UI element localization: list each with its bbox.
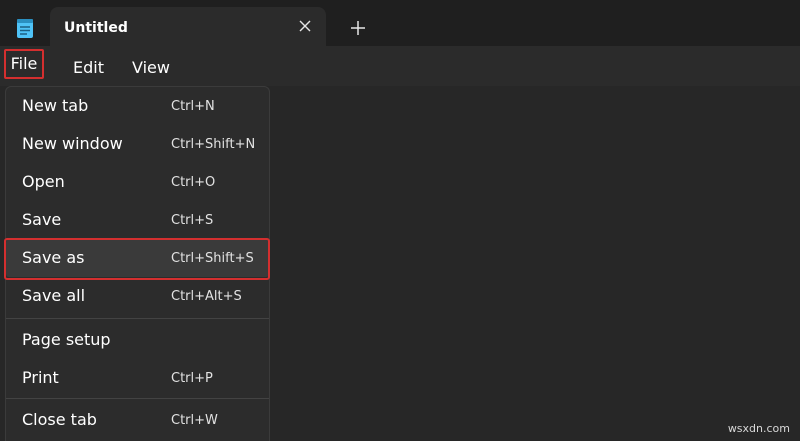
menu-item-label: New tab xyxy=(22,96,89,115)
menu-item-save-all[interactable]: Save all Ctrl+Alt+S xyxy=(6,277,269,315)
menu-item-save[interactable]: Save Ctrl+S xyxy=(6,201,269,239)
menu-item-label: New window xyxy=(22,134,123,153)
menu-item-shortcut: Ctrl+N xyxy=(171,99,215,114)
plus-icon[interactable] xyxy=(349,19,367,37)
menu-separator xyxy=(6,398,269,399)
menu-bar: File Edit View xyxy=(0,46,800,86)
notepad-icon xyxy=(17,19,33,38)
title-bar: Untitled xyxy=(0,0,800,46)
menu-item-open[interactable]: Open Ctrl+O xyxy=(6,163,269,201)
menu-item-shortcut: Ctrl+W xyxy=(171,413,218,428)
menu-item-label: Save xyxy=(22,210,62,229)
menu-item-shortcut: Ctrl+S xyxy=(171,213,214,228)
menu-item-shortcut: Ctrl+P xyxy=(171,371,213,386)
tab-untitled[interactable]: Untitled xyxy=(50,7,326,46)
menu-item-label: Save all xyxy=(22,286,86,305)
watermark: wsxdn.com xyxy=(727,422,790,435)
close-icon[interactable] xyxy=(298,19,312,33)
menu-item-page-setup[interactable]: Page setup xyxy=(6,321,269,359)
menu-item-new-window[interactable]: New window Ctrl+Shift+N xyxy=(6,125,269,163)
menu-view[interactable]: View xyxy=(132,58,170,77)
menu-item-print[interactable]: Print Ctrl+P xyxy=(6,359,269,397)
menu-item-close-tab[interactable]: Close tab Ctrl+W xyxy=(6,401,269,439)
menu-item-shortcut: Ctrl+Shift+N xyxy=(171,137,256,152)
menu-separator xyxy=(6,318,269,319)
menu-item-new-tab[interactable]: New tab Ctrl+N xyxy=(6,87,269,125)
menu-item-label: Page setup xyxy=(22,330,111,349)
menu-item-shortcut: Ctrl+Alt+S xyxy=(171,289,242,304)
menu-item-shortcut: Ctrl+O xyxy=(171,175,216,190)
menu-item-label: Print xyxy=(22,368,59,387)
highlight-annotation-box xyxy=(4,238,270,280)
file-dropdown-menu: New tab Ctrl+N New window Ctrl+Shift+N O… xyxy=(4,86,270,441)
menu-edit[interactable]: Edit xyxy=(73,58,104,77)
menu-file[interactable]: File xyxy=(4,49,44,79)
tab-title: Untitled xyxy=(64,20,128,36)
menu-item-label: Close tab xyxy=(22,410,97,429)
menu-item-label: Open xyxy=(22,172,65,191)
